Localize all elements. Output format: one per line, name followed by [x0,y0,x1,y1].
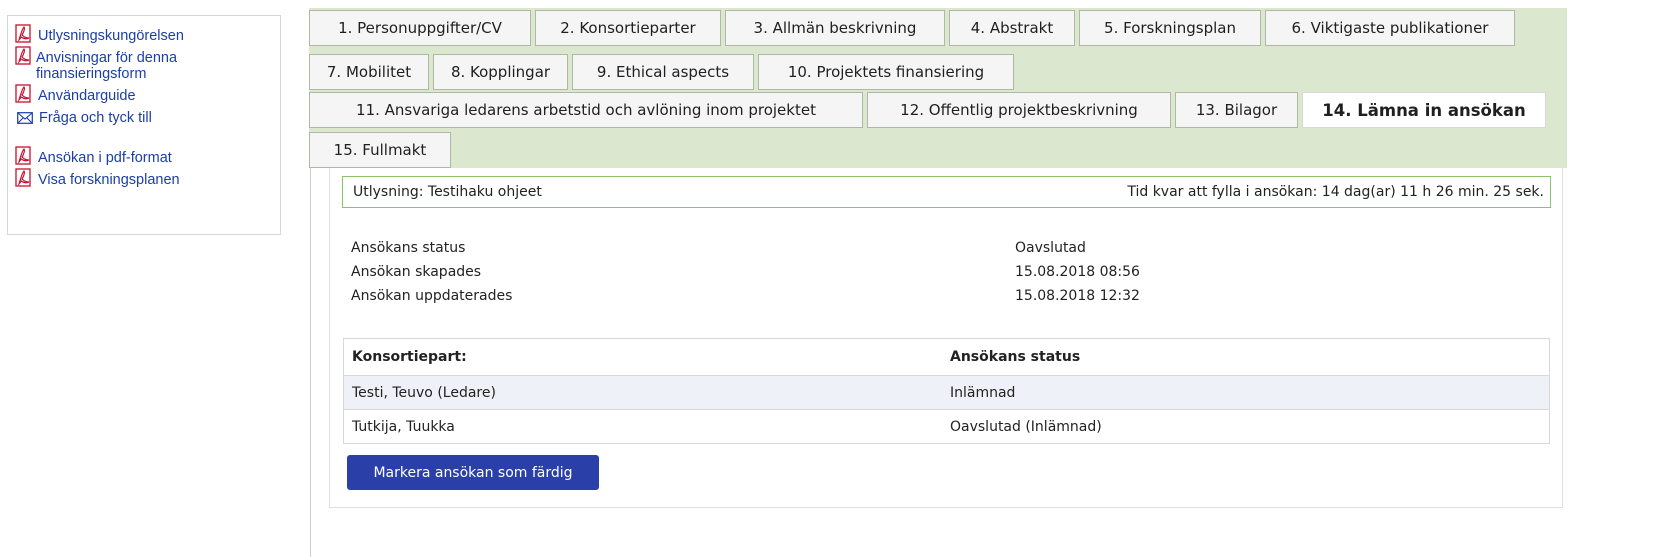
info-value: 15.08.2018 08:56 [1015,264,1140,280]
info-value: Oavslutad [1015,240,1086,256]
pdf-icon [15,168,31,187]
column-header: Ansökans status [942,338,1550,376]
time-left: Tid kvar att fylla i ansökan: 14 dag(ar)… [1127,184,1544,200]
sidebar-link-anvisningar[interactable]: Anvisningar för denna finansieringsform [14,46,276,82]
pdf-icon [15,84,31,103]
info-label: Ansökans status [351,240,466,256]
sidebar-link-label: Visa forskningsplanen [38,172,180,188]
table-cell: Tutkija, Tuukka [352,418,455,435]
pdf-icon [15,46,31,65]
pdf-icon [15,146,31,165]
tab-lamna-in-ansokan[interactable]: 14. Lämna in ansökan [1302,92,1546,128]
tab-bilagor[interactable]: 13. Bilagor [1175,92,1298,128]
tab-mobilitet[interactable]: 7. Mobilitet [309,54,429,90]
column-header: Konsortiepart: [343,338,942,376]
sidebar-link-label: Utlysningskungörelsen [38,28,184,44]
pdf-icon [15,24,31,43]
table-row: Testi, Teuvo (Ledare) Inlämnad [343,375,1550,410]
tab-offentlig-projektbeskrivning[interactable]: 12. Offentlig projektbeskrivning [867,92,1171,128]
tab-ansvariga-ledarens-arbetstid[interactable]: 11. Ansvariga ledarens arbetstid och avl… [309,92,863,128]
application-info: Ansökans status Oavslutad Ansökan skapad… [351,236,1140,308]
tab-viktigaste-publikationer[interactable]: 6. Viktigaste publikationer [1265,10,1515,46]
sidebar-link-anvandarguide[interactable]: Användarguide [14,84,276,104]
content-panel: Utlysning: Testihaku ohjeet Tid kvar att… [329,168,1563,508]
tab-projektets-finansiering[interactable]: 10. Projektets finansiering [758,54,1014,90]
mail-icon [17,112,33,124]
sidebar-link-label: Fråga och tyck till [39,110,152,126]
sidebar-link-utlysningskungorelsen[interactable]: Utlysningskungörelsen [14,24,276,44]
tab-row-2: 7. Mobilitet 8. Kopplingar 9. Ethical as… [309,54,1018,90]
table-cell: Oavslutad (Inlämnad) [950,418,1102,435]
call-info-box: Utlysning: Testihaku ohjeet Tid kvar att… [342,176,1551,208]
tab-personuppgifter[interactable]: 1. Personuppgifter/CV [309,10,531,46]
sidebar-link-ansokan-pdf[interactable]: Ansökan i pdf-format [14,146,276,166]
divider [310,168,311,557]
tab-row-4: 15. Fullmakt [309,132,455,168]
sidebar: Utlysningskungörelsen Anvisningar för de… [7,15,281,235]
mark-complete-button[interactable]: Markera ansökan som färdig [347,455,599,490]
tab-ethical-aspects[interactable]: 9. Ethical aspects [572,54,754,90]
info-value: 15.08.2018 12:32 [1015,288,1140,304]
table-cell: Testi, Teuvo (Ledare) [343,375,942,410]
table-cell: Inlämnad [942,375,1550,410]
tab-kopplingar[interactable]: 8. Kopplingar [433,54,568,90]
info-label: Ansökan uppdaterades [351,288,513,304]
info-row-status: Ansökans status Oavslutad [351,236,1140,260]
tab-forskningsplan[interactable]: 5. Forskningsplan [1079,10,1261,46]
tab-bar: 1. Personuppgifter/CV 2. Konsortieparter… [309,8,1567,168]
tab-allman-beskrivning[interactable]: 3. Allmän beskrivning [725,10,945,46]
table-header-row: Konsortiepart: Ansökans status [343,338,1550,376]
info-row-created: Ansökan skapades 15.08.2018 08:56 [351,260,1140,284]
tab-row-1: 1. Personuppgifter/CV 2. Konsortieparter… [309,10,1519,46]
tab-row-3: 11. Ansvariga ledarens arbetstid och avl… [309,92,1550,128]
call-label: Utlysning: Testihaku ohjeet [353,184,542,200]
sidebar-link-visa-forskningsplanen[interactable]: Visa forskningsplanen [14,168,276,188]
sidebar-link-label: Ansökan i pdf-format [38,150,172,166]
info-label: Ansökan skapades [351,264,482,280]
sidebar-link-label: Användarguide [38,88,136,104]
table-row: Tutkija, Tuukka Oavslutad (Inlämnad) [344,410,1550,444]
tab-abstrakt[interactable]: 4. Abstrakt [949,10,1075,46]
sidebar-link-label: Anvisningar för denna finansieringsform [36,50,178,82]
tab-fullmakt[interactable]: 15. Fullmakt [309,132,451,168]
consortium-table: Konsortiepart: Ansökans status Testi, Te… [343,338,1550,444]
info-row-updated: Ansökan uppdaterades 15.08.2018 12:32 [351,284,1140,308]
tab-konsortieparter[interactable]: 2. Konsortieparter [535,10,721,46]
sidebar-link-fraga-och-tyck-till[interactable]: Fråga och tyck till [14,110,276,126]
